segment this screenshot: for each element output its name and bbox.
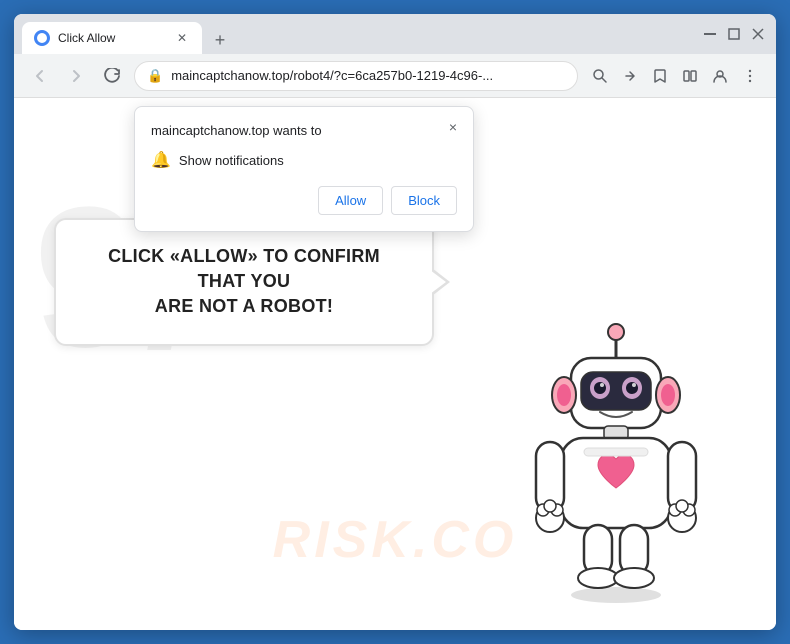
tab-favicon (34, 30, 50, 46)
split-view-button[interactable] (676, 62, 704, 90)
title-bar: Click Allow ✕ + (14, 14, 776, 54)
speech-bubble: CLICK «ALLOW» TO CONFIRM THAT YOU ARE NO… (54, 218, 434, 346)
allow-button[interactable]: Allow (318, 186, 383, 215)
lock-icon: 🔒 (147, 68, 163, 84)
browser-window: Click Allow ✕ + 🔒 (14, 14, 776, 630)
popup-close-button[interactable]: × (441, 115, 465, 139)
bookmark-button[interactable] (646, 62, 674, 90)
menu-button[interactable] (736, 62, 764, 90)
tab-title: Click Allow (58, 31, 166, 45)
back-button[interactable] (26, 62, 54, 90)
block-button[interactable]: Block (391, 186, 457, 215)
close-window-button[interactable] (748, 24, 768, 44)
address-bar[interactable]: 🔒 maincaptchanow.top/robot4/?c=6ca257b0-… (134, 61, 578, 91)
popup-title: maincaptchanow.top wants to (151, 123, 457, 138)
notification-popup: × maincaptchanow.top wants to 🔔 Show not… (134, 106, 474, 232)
bell-icon: 🔔 (151, 150, 171, 170)
popup-notification-item: 🔔 Show notifications (151, 150, 457, 170)
popup-notification-text: Show notifications (179, 153, 284, 168)
minimize-button[interactable] (700, 24, 720, 44)
maximize-button[interactable] (724, 24, 744, 44)
page-content: 9/7 RISK.CO × maincaptchanow.top wants t… (14, 98, 776, 630)
refresh-button[interactable] (98, 62, 126, 90)
bubble-text: CLICK «ALLOW» TO CONFIRM THAT YOU ARE NO… (84, 244, 404, 320)
profile-button[interactable] (706, 62, 734, 90)
speech-bubble-area: CLICK «ALLOW» TO CONFIRM THAT YOU ARE NO… (54, 218, 434, 346)
nav-actions (586, 62, 764, 90)
tab-close-button[interactable]: ✕ (174, 30, 190, 46)
new-tab-button[interactable]: + (206, 26, 234, 54)
active-tab[interactable]: Click Allow ✕ (22, 22, 202, 54)
window-controls (700, 24, 768, 44)
nav-bar: 🔒 maincaptchanow.top/robot4/?c=6ca257b0-… (14, 54, 776, 98)
popup-buttons: Allow Block (151, 186, 457, 215)
share-button[interactable] (616, 62, 644, 90)
tab-strip: Click Allow ✕ + (22, 14, 692, 54)
url-text: maincaptchanow.top/robot4/?c=6ca257b0-12… (171, 68, 565, 83)
robot-character (516, 310, 716, 610)
forward-button[interactable] (62, 62, 90, 90)
search-button[interactable] (586, 62, 614, 90)
